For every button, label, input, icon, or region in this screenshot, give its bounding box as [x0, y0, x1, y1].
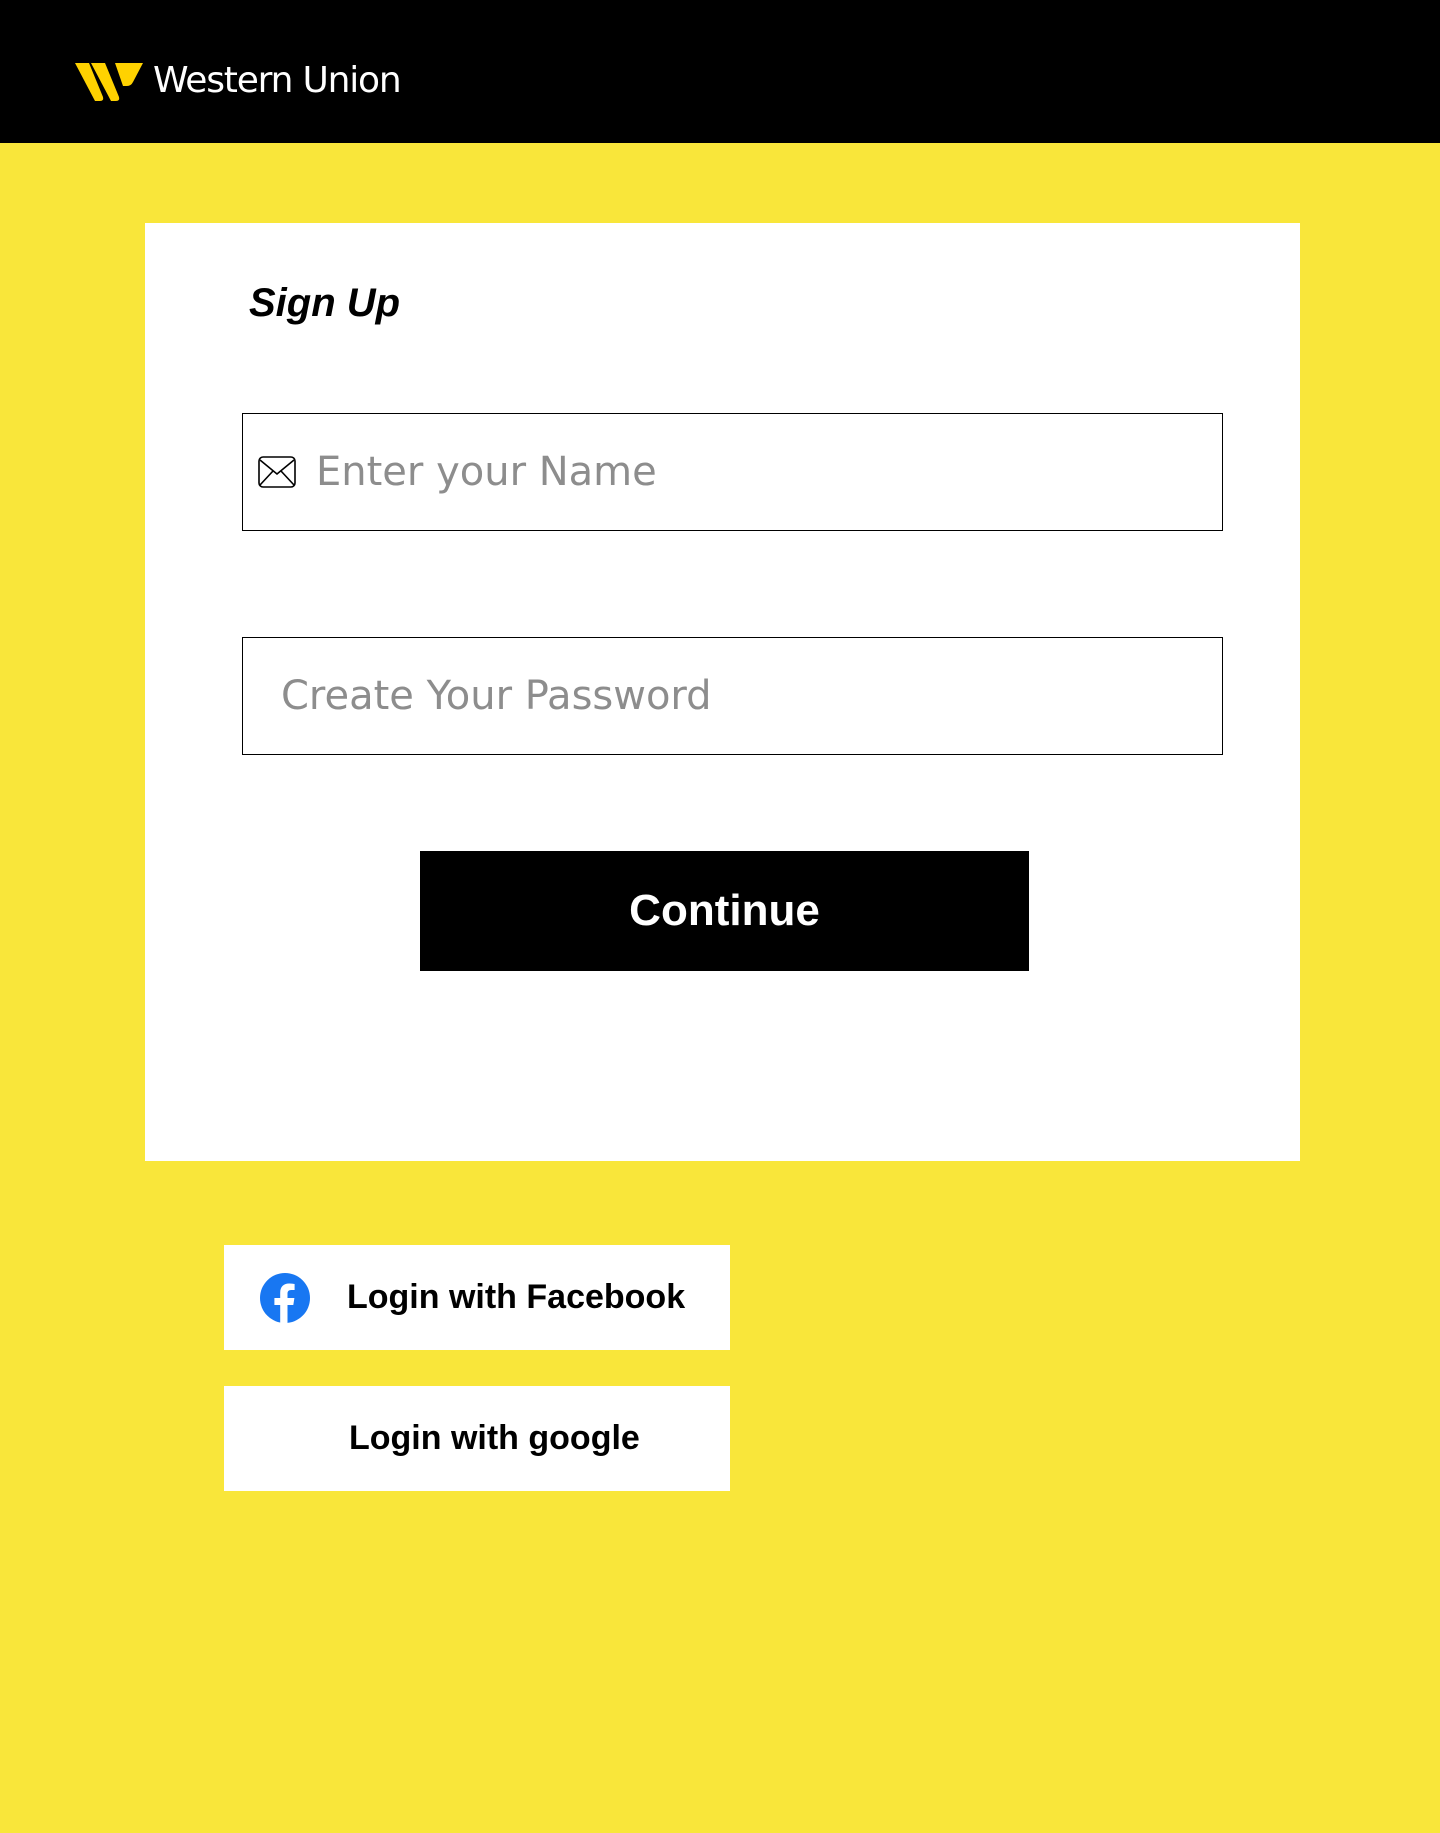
signup-title: Sign Up — [249, 281, 401, 325]
western-union-logo[interactable]: Western Union — [75, 60, 402, 102]
mail-icon — [258, 456, 296, 488]
facebook-login-label: Login with Facebook — [347, 1278, 686, 1316]
western-union-logo-icon — [75, 63, 143, 101]
google-login-label: Login with google — [349, 1419, 640, 1457]
name-field[interactable] — [242, 413, 1223, 531]
password-input[interactable] — [281, 638, 1222, 754]
top-bar: Western Union — [0, 0, 1440, 143]
facebook-icon — [260, 1273, 310, 1323]
login-with-google-button[interactable]: Login with google — [224, 1386, 730, 1491]
password-field[interactable] — [242, 637, 1223, 755]
login-with-facebook-button[interactable]: Login with Facebook — [224, 1245, 730, 1350]
signup-card: Sign Up Continue — [145, 223, 1300, 1161]
brand-name: Western Union — [153, 60, 402, 101]
name-input[interactable] — [316, 414, 1222, 530]
continue-button[interactable]: Continue — [420, 851, 1029, 971]
